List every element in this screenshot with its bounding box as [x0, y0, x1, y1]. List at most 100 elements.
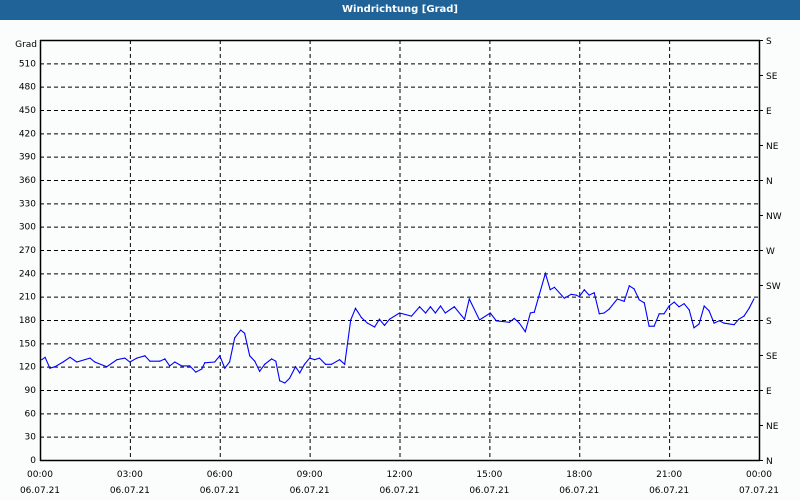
data-point [628, 285, 630, 287]
y-tick-label: 420 [19, 129, 36, 139]
data-point [728, 323, 730, 325]
right-axis-label: NE [766, 422, 779, 432]
data-point [294, 366, 297, 368]
data-point [439, 305, 442, 307]
data-point [468, 298, 470, 300]
y-tick-label: 90 [25, 386, 37, 396]
data-point [398, 312, 401, 314]
x-tick-date: 06.07.21 [200, 486, 240, 496]
data-point [593, 292, 595, 294]
data-point [533, 311, 535, 313]
data-point [478, 319, 481, 321]
data-point [598, 313, 600, 315]
data-point [633, 288, 635, 290]
y-tick-label: 300 [19, 223, 36, 233]
data-point [748, 307, 750, 309]
data-point [288, 377, 291, 379]
data-point [389, 318, 391, 320]
y-tick-label: 150 [19, 339, 36, 349]
x-tick-date: 06.07.21 [379, 486, 419, 496]
right-axis-label: SW [766, 282, 781, 292]
data-point [693, 327, 695, 329]
y-tick-label: 60 [25, 409, 37, 419]
data-point [623, 300, 625, 302]
data-point [318, 357, 321, 359]
data-point [688, 309, 690, 311]
x-tick-time: 09:00 [297, 470, 323, 480]
data-point [578, 296, 580, 298]
data-point [463, 318, 466, 320]
data-point [324, 363, 327, 365]
data-point [244, 332, 246, 334]
y-tick-label: 510 [19, 59, 36, 69]
data-point [608, 308, 610, 310]
data-point [189, 365, 191, 367]
x-tick-date: 06.07.21 [20, 486, 60, 496]
right-axis-label: S [766, 317, 772, 327]
data-point [76, 361, 78, 363]
x-tick-time: 06:00 [207, 470, 233, 480]
data-point [234, 337, 236, 339]
data-point [201, 368, 203, 370]
y-axis-title: Grad [15, 40, 37, 50]
data-point [284, 382, 286, 384]
right-axis-label: SE [766, 352, 778, 362]
data-point [424, 312, 427, 314]
series-line-windrichtung [41, 271, 755, 384]
y-tick-label: 180 [19, 316, 36, 326]
right-axis-label: E [766, 107, 772, 117]
data-point [429, 306, 431, 308]
data-point [563, 297, 565, 299]
data-point [648, 325, 650, 327]
data-point [309, 357, 311, 359]
data-point [350, 319, 352, 321]
data-point [149, 360, 151, 362]
y-tick-label: 390 [19, 153, 36, 163]
data-point [254, 360, 256, 362]
data-point [683, 303, 685, 305]
data-point [698, 323, 700, 325]
data-point [653, 325, 655, 327]
data-point [549, 289, 551, 291]
data-point [338, 359, 341, 361]
x-tick-date: 06.07.21 [649, 486, 689, 496]
x-tick-time: 15:00 [476, 470, 502, 480]
data-point [444, 312, 446, 314]
right-axis-label: N [766, 177, 773, 187]
data-point [718, 320, 720, 322]
data-point [360, 317, 363, 319]
data-point [383, 324, 386, 327]
y-tick-label: 30 [25, 433, 37, 443]
data-point [330, 363, 333, 365]
data-point [374, 326, 376, 328]
data-point [508, 321, 511, 323]
y-tick-label: 0 [30, 456, 36, 466]
data-point [89, 357, 91, 359]
right-axis-label: NE [766, 142, 779, 152]
data-point [116, 359, 118, 361]
data-point [159, 360, 161, 362]
x-tick-time: 00:00 [746, 470, 772, 480]
data-point [275, 360, 277, 362]
data-point [164, 358, 166, 360]
right-axis-label: S [766, 37, 772, 47]
data-point [489, 312, 491, 314]
data-point [264, 363, 266, 365]
data-point [181, 365, 183, 367]
data-point [743, 315, 745, 317]
x-tick-date: 06.07.21 [559, 486, 599, 496]
data-point [723, 322, 725, 324]
data-point [279, 380, 281, 382]
y-tick-label: 120 [19, 363, 36, 373]
x-tick-date: 06.07.21 [110, 486, 150, 496]
x-tick-date: 06.07.21 [290, 486, 330, 496]
data-point [518, 322, 520, 324]
right-axis-label: N [766, 457, 773, 467]
x-tick-time: 12:00 [387, 470, 413, 480]
data-point [588, 294, 590, 296]
data-point [195, 371, 197, 373]
data-point [299, 372, 301, 374]
x-tick-time: 03:00 [117, 470, 143, 480]
data-point [44, 356, 46, 358]
y-tick-label: 210 [19, 293, 36, 303]
